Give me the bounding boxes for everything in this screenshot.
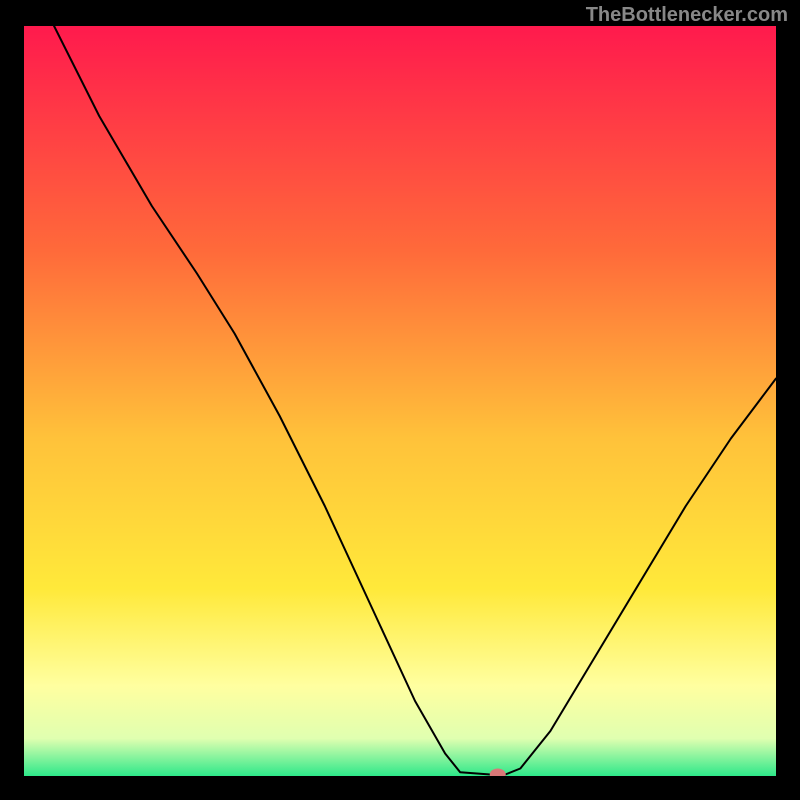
gradient-background — [24, 26, 776, 776]
plot-area — [24, 26, 776, 776]
watermark-text: TheBottlenecker.com — [586, 4, 788, 27]
chart-container: TheBottlenecker.com — [0, 0, 800, 800]
chart-svg — [24, 26, 776, 776]
